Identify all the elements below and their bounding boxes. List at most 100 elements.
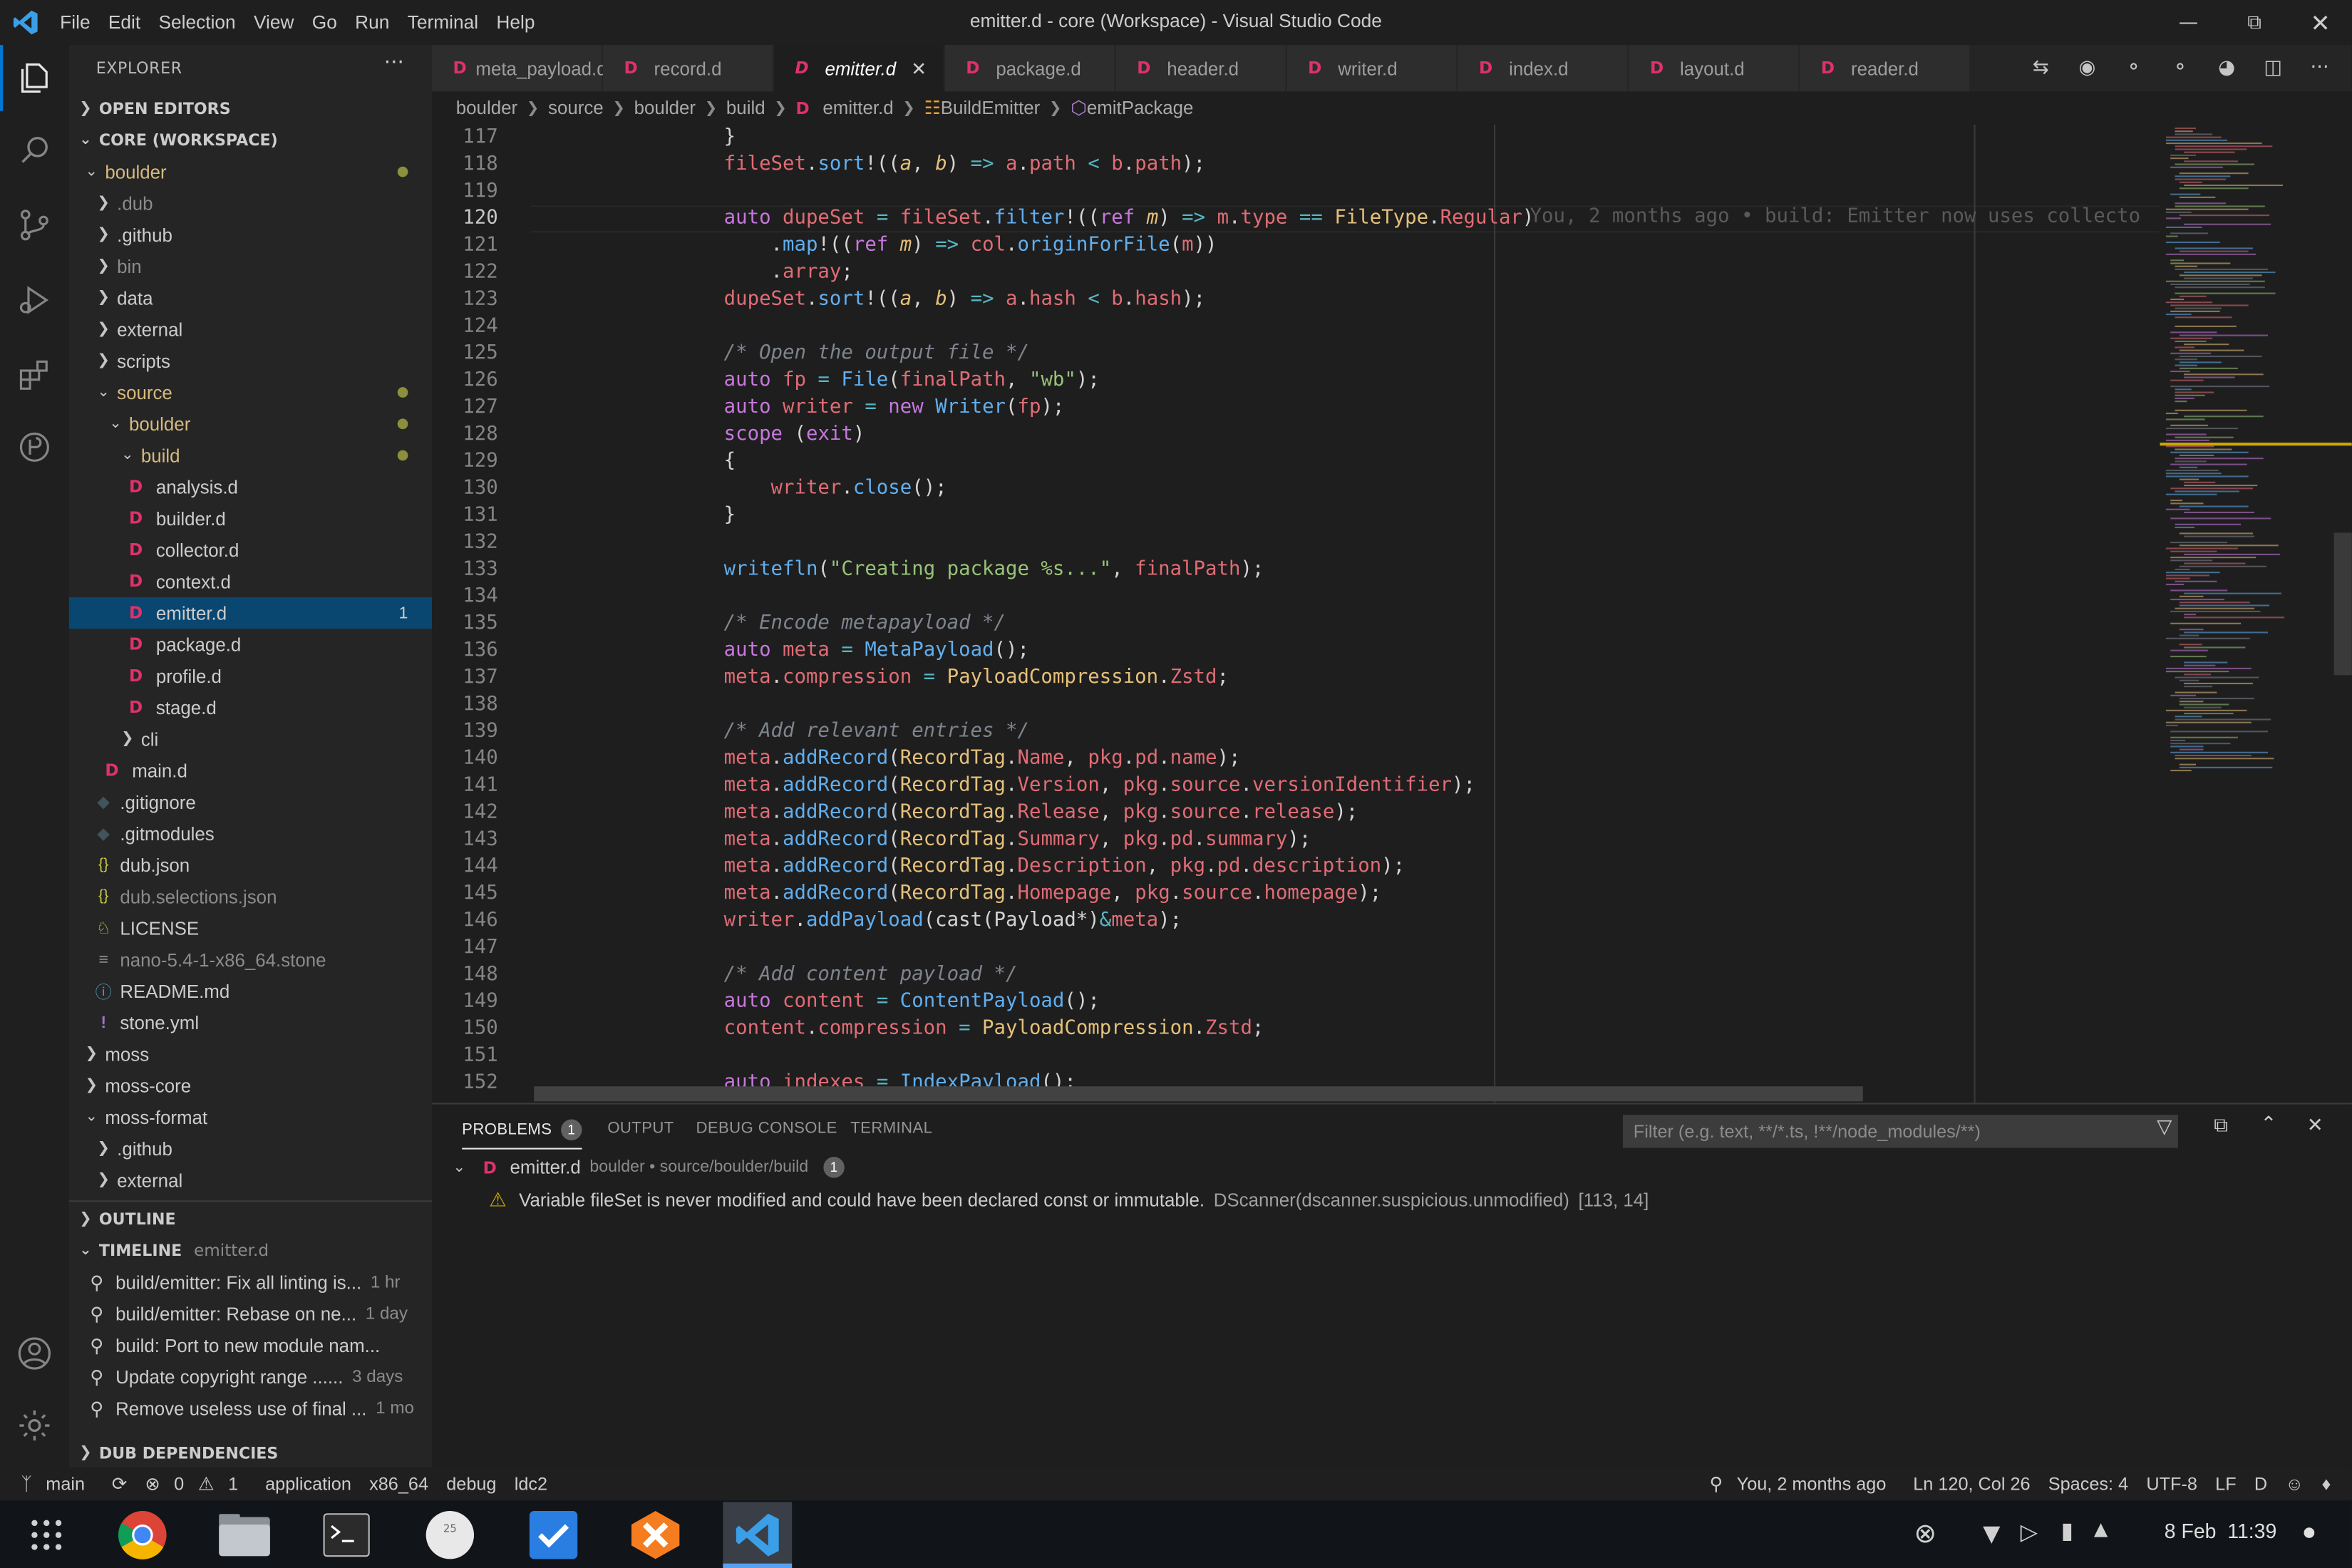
menu-terminal[interactable]: Terminal <box>398 12 488 33</box>
dub-compiler[interactable]: ldc2 <box>515 1473 547 1494</box>
prev-change-icon[interactable]: ⚬ <box>2110 57 2157 80</box>
dub-build-type[interactable]: debug <box>446 1473 496 1494</box>
battery-icon[interactable]: ▮ <box>2061 1517 2073 1544</box>
cursor-position[interactable]: Ln 120, Col 26 <box>1913 1473 2030 1494</box>
indentation[interactable]: Spaces: 4 <box>2048 1473 2128 1494</box>
tab-meta_payload-d[interactable]: Dmeta_payload.d <box>432 45 607 92</box>
more-actions-icon[interactable]: ··· <box>384 51 404 76</box>
breadcrumb-item[interactable]: source <box>548 98 604 118</box>
problems-filter-input[interactable]: Filter (e.g. text, **/*.ts, !**/node_mod… <box>1623 1115 2178 1148</box>
clock[interactable]: 8 Feb 11:39 <box>2165 1520 2276 1543</box>
tree-item[interactable]: ⌄ moss-format <box>69 1101 432 1133</box>
outline-section[interactable]: ❯ OUTLINE <box>69 1203 432 1234</box>
dub-arch[interactable]: x86_64 <box>369 1473 428 1494</box>
split-editor-icon[interactable]: ◫ <box>2250 57 2296 80</box>
run-debug-icon[interactable] <box>0 264 69 336</box>
tree-item[interactable]: ≡ nano-5.4-1-x86_64.stone <box>69 944 432 975</box>
tree-item[interactable]: {} dub.json <box>69 850 432 881</box>
tree-item[interactable]: ⓘ README.md <box>69 975 432 1006</box>
timeline-item[interactable]: ⚲ build: Port to new module nam... <box>69 1329 432 1361</box>
tree-item[interactable]: ❯ moss <box>69 1038 432 1070</box>
calendar-icon[interactable]: 25 <box>416 1502 485 1568</box>
tree-item[interactable]: ❯ bin <box>69 251 432 282</box>
filter-icon[interactable]: ▽ <box>2157 1116 2172 1139</box>
tab-writer-d[interactable]: Dwriter.d <box>1286 45 1458 92</box>
tree-item[interactable]: ⌄ boulder <box>69 408 432 440</box>
tree-item[interactable]: ◆ .gitignore <box>69 786 432 817</box>
timeline-section[interactable]: ⌄ TIMELINE emitter.d <box>69 1235 432 1267</box>
account-icon[interactable] <box>0 1317 69 1389</box>
menu-go[interactable]: Go <box>303 12 346 33</box>
breadcrumb-item[interactable]: boulder <box>456 98 517 118</box>
timeline-item[interactable]: ⚲ Remove useless use of final ... 1 mo <box>69 1393 432 1424</box>
code-editor[interactable]: 117 118 119 120 121 122 123 124 125 126 127 128 129 1… <box>432 124 2160 1103</box>
tree-item[interactable]: Dpackage.d <box>69 629 432 660</box>
blame-status[interactable]: ⚲ You, 2 months ago <box>1710 1473 1895 1494</box>
tree-item[interactable]: ❯ .github <box>69 1133 432 1165</box>
open-changes-icon[interactable]: ⇆ <box>2018 57 2064 80</box>
breadcrumb-item[interactable]: build <box>726 98 765 118</box>
tray-expand-icon[interactable]: ▲ <box>2094 1519 2108 1539</box>
menu-view[interactable]: View <box>244 12 303 33</box>
timeline-git-icon[interactable] <box>0 411 69 483</box>
tasks-app-icon[interactable] <box>519 1502 588 1568</box>
timeline-item[interactable]: ⚲ build/emitter: Rebase on ne... 1 day <box>69 1298 432 1329</box>
explorer-icon[interactable] <box>0 42 69 114</box>
tree-item[interactable]: ⌄ build <box>69 440 432 471</box>
open-editors-section[interactable]: ❯ OPEN EDITORS <box>69 93 432 125</box>
tree-item[interactable]: ❯ moss-core <box>69 1070 432 1101</box>
tree-item[interactable]: Dbuilder.d <box>69 502 432 534</box>
timeline-item[interactable]: ⚲ build/emitter: Fix all linting is... 1 h… <box>69 1267 432 1298</box>
store-app-icon[interactable] <box>621 1502 690 1568</box>
tree-item[interactable]: ! stone.yml <box>69 1007 432 1038</box>
line-ending[interactable]: LF <box>2215 1473 2236 1494</box>
close-panel-icon[interactable]: ✕ <box>2307 1115 2323 1138</box>
problem-file-row[interactable]: ⌄ D emitter.d boulder • source/boulder/b… <box>453 1157 845 1178</box>
tree-item[interactable]: ❯ cli <box>69 723 432 755</box>
tree-item[interactable]: ❯ .github <box>69 219 432 250</box>
tree-item[interactable]: Dcollector.d <box>69 534 432 565</box>
tree-item[interactable]: ⌄ boulder <box>69 156 432 187</box>
encoding[interactable]: UTF-8 <box>2146 1473 2197 1494</box>
dub-config[interactable]: application <box>265 1473 351 1494</box>
more-icon[interactable]: ··· <box>2296 57 2343 80</box>
next-change-icon[interactable]: ⚬ <box>2157 57 2203 80</box>
tree-item[interactable]: ♘ LICENSE <box>69 912 432 944</box>
tab-package-d[interactable]: Dpackage.d <box>944 45 1116 92</box>
notifications-bell-icon[interactable]: ♦ <box>2322 1473 2331 1494</box>
notification-dot[interactable] <box>2304 1527 2315 1538</box>
menu-edit[interactable]: Edit <box>99 12 150 33</box>
feedback-icon[interactable]: ☺ <box>2285 1473 2304 1494</box>
tab-output[interactable]: OUTPUT <box>607 1120 674 1138</box>
sync-icon[interactable]: ⟳ <box>112 1473 127 1494</box>
menu-selection[interactable]: Selection <box>150 12 245 33</box>
minimap[interactable] <box>2160 124 2352 1103</box>
tree-item[interactable]: ❯ external <box>69 314 432 345</box>
tree-item[interactable]: ❯ external <box>69 1165 432 1196</box>
tree-item[interactable]: {} dub.selections.json <box>69 881 432 912</box>
collapse-all-icon[interactable]: ⧉ <box>2214 1115 2228 1138</box>
menu-help[interactable]: Help <box>488 12 544 33</box>
terminal-app-icon[interactable] <box>312 1502 381 1568</box>
menu-run[interactable]: Run <box>346 12 399 33</box>
app-grid-icon[interactable] <box>12 1502 81 1568</box>
dub-dependencies-section[interactable]: ❯ DUB DEPENDENCIES <box>69 1438 432 1469</box>
search-icon[interactable] <box>0 114 69 186</box>
tab-record-d[interactable]: Drecord.d <box>603 45 774 92</box>
close-window-icon[interactable]: ✕ <box>2286 0 2352 45</box>
language-mode[interactable]: D <box>2254 1473 2267 1494</box>
git-lens-icon[interactable]: ◕ <box>2204 57 2250 80</box>
restore-icon[interactable]: ⧉ <box>2220 0 2289 45</box>
problems-indicator[interactable]: ⊗ 0 ⚠ 1 <box>145 1473 247 1494</box>
tab-emitter-d[interactable]: Demitter.d ✕ <box>773 45 945 92</box>
tree-item[interactable]: ⌄ source <box>69 376 432 408</box>
tree-item[interactable]: ◆ .gitmodules <box>69 817 432 849</box>
tab-reader-d[interactable]: Dreader.d <box>1800 45 1971 92</box>
extensions-icon[interactable] <box>0 339 69 411</box>
tree-item[interactable]: ❯ data <box>69 282 432 314</box>
tab-index-d[interactable]: Dindex.d <box>1458 45 1629 92</box>
volume-icon[interactable]: ▷ <box>2021 1519 2038 1546</box>
workspace-section[interactable]: ⌄ CORE (WORKSPACE) <box>69 125 432 156</box>
breadcrumb-item[interactable]: emitter.d <box>822 98 893 118</box>
menu-file[interactable]: File <box>51 12 100 33</box>
